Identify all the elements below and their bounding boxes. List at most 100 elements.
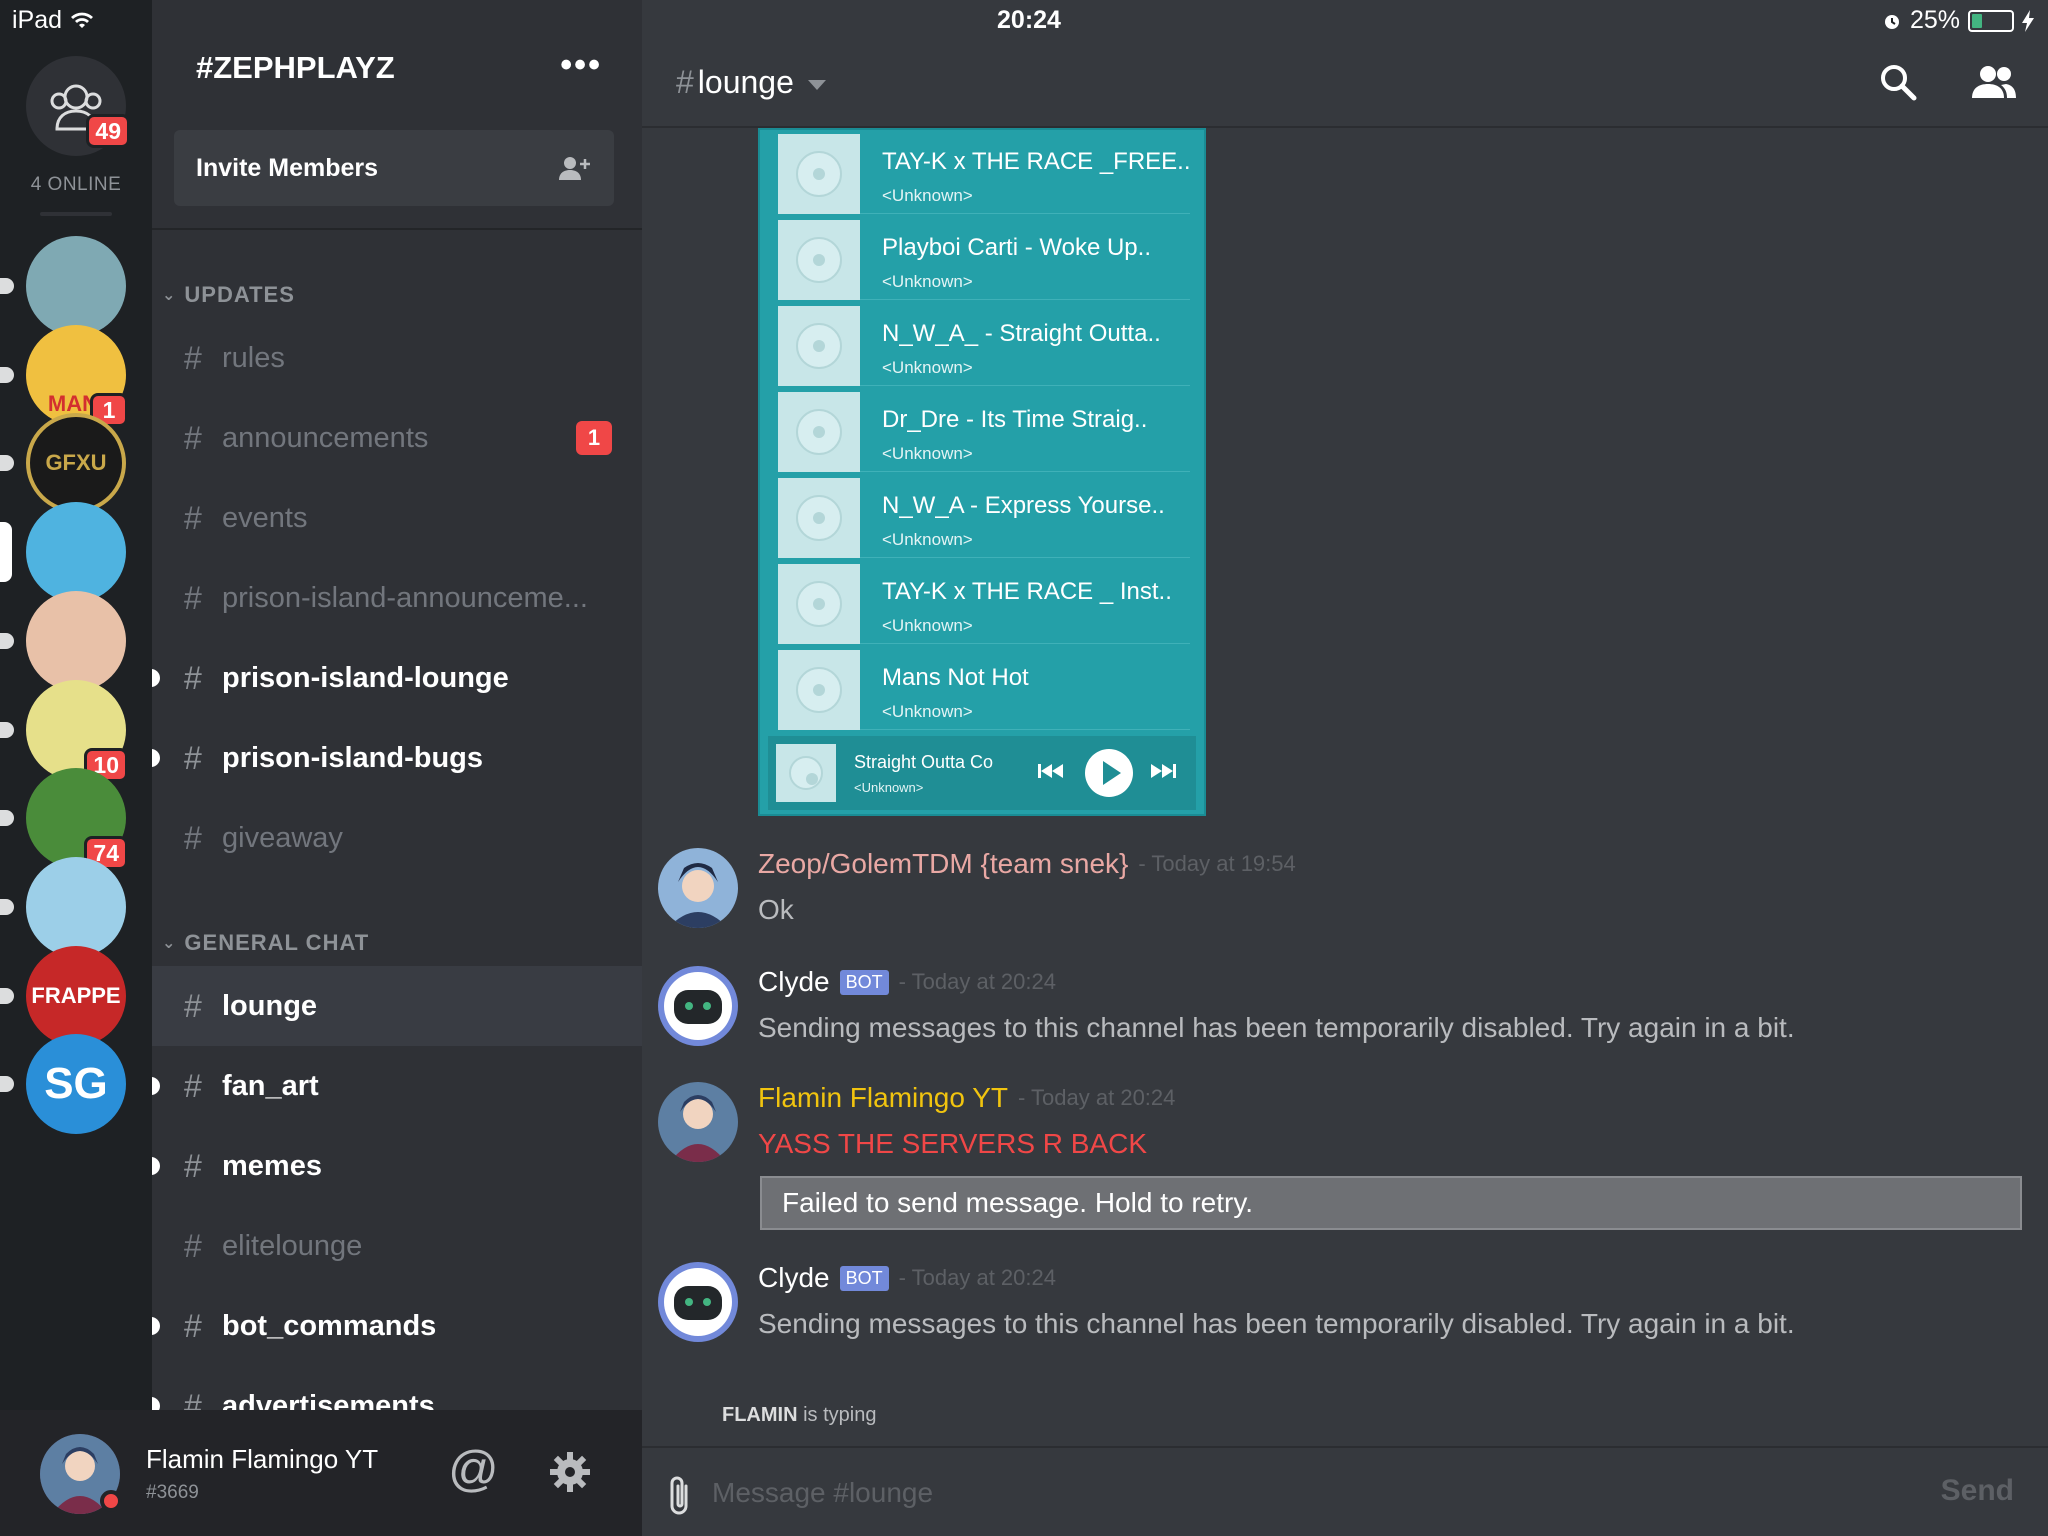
channel-label: prison-island-lounge (222, 661, 509, 694)
channel-label: giveaway (222, 821, 343, 854)
guild-icon-anime-girl[interactable] (0, 591, 126, 691)
track-artist: <Unknown> (882, 530, 973, 549)
search-icon[interactable] (1878, 62, 1918, 107)
author-name[interactable]: Clyde (758, 966, 830, 998)
timestamp: - Today at 20:24 (1018, 1085, 1176, 1110)
channel-hash-icon: # (184, 1067, 202, 1104)
guild-avatar (26, 502, 126, 602)
author-name[interactable]: Zeop/GolemTDM {team snek} (758, 848, 1128, 880)
channel-hash-icon: # (676, 64, 694, 100)
guild-bar: 49 4 ONLINE MANI 1 GFXU 10 74 FRAPPE SG (0, 0, 152, 1536)
dm-badge: 49 (86, 114, 130, 148)
channel-label: rules (222, 341, 285, 374)
channel-label: lounge (222, 989, 318, 1022)
guild-icon-frappe[interactable]: FRAPPE (0, 946, 126, 1046)
track-artist: <Unknown> (882, 702, 973, 721)
unread-indicator (0, 722, 14, 738)
album-art-icon (778, 306, 860, 386)
send-button[interactable]: Send (1941, 1474, 2014, 1508)
channel-events[interactable]: # events (152, 478, 642, 558)
album-art-icon (776, 744, 836, 802)
unread-indicator (0, 367, 14, 383)
guild-icon-gfxu[interactable]: GFXU (0, 413, 126, 513)
channel-label: elitelounge (222, 1229, 363, 1262)
next-icon (1151, 764, 1176, 778)
guild-icon-mango[interactable]: MANI 1 (0, 325, 128, 427)
author-name[interactable]: Flamin Flamingo YT (758, 1082, 1008, 1114)
guild-avatar (26, 857, 126, 957)
channel-hash-icon: # (184, 819, 202, 856)
channel-title-button[interactable]: # lounge (676, 64, 826, 101)
channel-prison-island-bugs[interactable]: # prison-island-bugs (152, 718, 642, 798)
now-playing-title: Straight Outta Co (854, 752, 994, 772)
battery-icon (1968, 9, 2014, 32)
now-playing-artist: <Unknown> (854, 780, 924, 795)
avatar[interactable] (658, 1082, 738, 1162)
avatar[interactable] (658, 848, 738, 928)
status-bar: iPad 20:24 25% (0, 0, 2048, 40)
attach-icon[interactable] (666, 1474, 692, 1523)
channel-memes[interactable]: # memes (152, 1126, 642, 1206)
message-input[interactable] (712, 1468, 1872, 1518)
unread-indicator (0, 278, 14, 294)
track-row: Dr_Dre - Its Time Straig.. <Unknown> (778, 388, 1190, 472)
typing-indicator: FLAMIN is typing (722, 1404, 876, 1427)
clyde-avatar[interactable] (658, 1262, 738, 1342)
channel-label: events (222, 501, 308, 534)
track-title: TAY-K x THE RACE _ Inst.. (882, 578, 1172, 605)
channel-bot-commands[interactable]: # bot_commands (152, 1286, 642, 1366)
image-attachment[interactable]: TAY-K x THE RACE _FREE.. <Unknown> Playboi… (758, 128, 1206, 816)
chat-header: # lounge (642, 40, 2048, 128)
failed-to-send-notice[interactable]: Failed to send message. Hold to retry. (760, 1176, 2022, 1230)
author-name[interactable]: Clyde (758, 1262, 830, 1294)
category-general-chat[interactable]: ⌄ GENERAL CHAT (162, 930, 369, 956)
members-icon[interactable] (1970, 64, 2018, 105)
chevron-down-icon: ⌄ (162, 287, 177, 304)
guild-avatar: GFXU (26, 413, 126, 513)
direct-messages-button[interactable]: 49 (26, 56, 130, 156)
unread-indicator (0, 810, 14, 826)
channel-label: prison-island-announceme... (222, 581, 588, 614)
channel-hash-icon: # (184, 339, 202, 376)
guild-icon-lake[interactable] (0, 236, 126, 336)
guild-icon-panda[interactable] (0, 502, 126, 602)
timestamp: - Today at 20:24 (898, 1265, 1056, 1290)
unread-indicator (0, 1076, 14, 1092)
unread-indicator (0, 633, 14, 649)
unread-indicator (152, 1157, 160, 1175)
track-artist: <Unknown> (882, 272, 973, 291)
guild-avatar (26, 591, 126, 691)
gear-icon[interactable] (548, 1450, 592, 1499)
message-header: Clyde BOT - Today at 20:24 (758, 1262, 1056, 1294)
mentions-icon[interactable]: @ (448, 1440, 499, 1498)
guild-icon-fairy[interactable] (0, 857, 126, 957)
guild-icon-sg[interactable]: SG (0, 1034, 126, 1134)
online-count: 4 ONLINE (30, 174, 122, 195)
channel-lounge[interactable]: # lounge (152, 966, 642, 1046)
channel-giveaway[interactable]: # giveaway (152, 798, 642, 878)
divider (152, 228, 642, 230)
chevron-down-icon: ⌄ (162, 935, 177, 952)
channel-prison-island-announceme[interactable]: # prison-island-announceme... (152, 558, 642, 638)
server-name: #ZEPHPLAYZ (196, 50, 395, 85)
channel-prison-island-lounge[interactable]: # prison-island-lounge (152, 638, 642, 718)
channel-announcements[interactable]: # announcements 1 (152, 398, 642, 478)
channel-rules[interactable]: # rules (152, 318, 642, 398)
status-right: 25% (1882, 6, 2034, 35)
guild-icon-pepe[interactable]: 74 (0, 768, 128, 870)
channel-hash-icon: # (184, 1307, 202, 1344)
clyde-avatar[interactable] (658, 966, 738, 1046)
unread-indicator (152, 669, 160, 687)
selected-indicator (0, 522, 12, 582)
bot-tag: BOT (839, 1265, 889, 1291)
channel-elitelounge[interactable]: # elitelounge (152, 1206, 642, 1286)
track-artist: <Unknown> (882, 358, 973, 377)
album-art-icon (778, 564, 860, 644)
server-header[interactable]: #ZEPHPLAYZ ••• (152, 40, 642, 130)
invite-members-button[interactable]: Invite Members (174, 130, 614, 206)
guild-icon-blonde-girl[interactable]: 10 (0, 680, 128, 782)
more-options-icon[interactable]: ••• (560, 46, 602, 85)
avatar[interactable] (40, 1434, 122, 1514)
channel-fan-art[interactable]: # fan_art (152, 1046, 642, 1126)
category-updates[interactable]: ⌄ UPDATES (162, 282, 295, 308)
